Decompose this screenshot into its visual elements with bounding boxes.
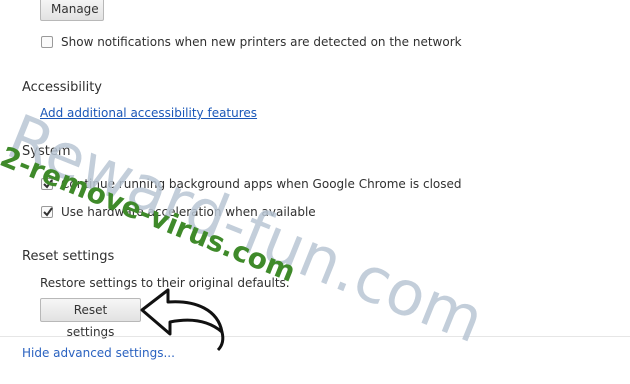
background-apps-checkbox[interactable] <box>41 178 53 190</box>
system-heading: System <box>22 144 71 159</box>
accessibility-heading: Accessibility <box>22 80 102 95</box>
checkmark-icon <box>43 179 53 189</box>
pointing-arrow-icon <box>140 288 225 352</box>
notify-printers-label: Show notifications when new printers are… <box>61 35 462 49</box>
add-accessibility-features-link[interactable]: Add additional accessibility features <box>40 106 257 120</box>
footer-divider <box>0 336 630 337</box>
reset-settings-heading: Reset settings <box>22 249 115 264</box>
hardware-acceleration-checkbox[interactable] <box>41 206 53 218</box>
reset-settings-button[interactable]: Reset settings <box>40 298 141 339</box>
hardware-acceleration-label: Use hardware acceleration when available <box>61 205 316 219</box>
background-apps-label: Continue running background apps when Go… <box>61 177 462 191</box>
checkmark-icon <box>43 207 53 217</box>
notify-printers-checkbox[interactable] <box>41 36 53 48</box>
manage-button[interactable]: Manage <box>40 0 104 21</box>
